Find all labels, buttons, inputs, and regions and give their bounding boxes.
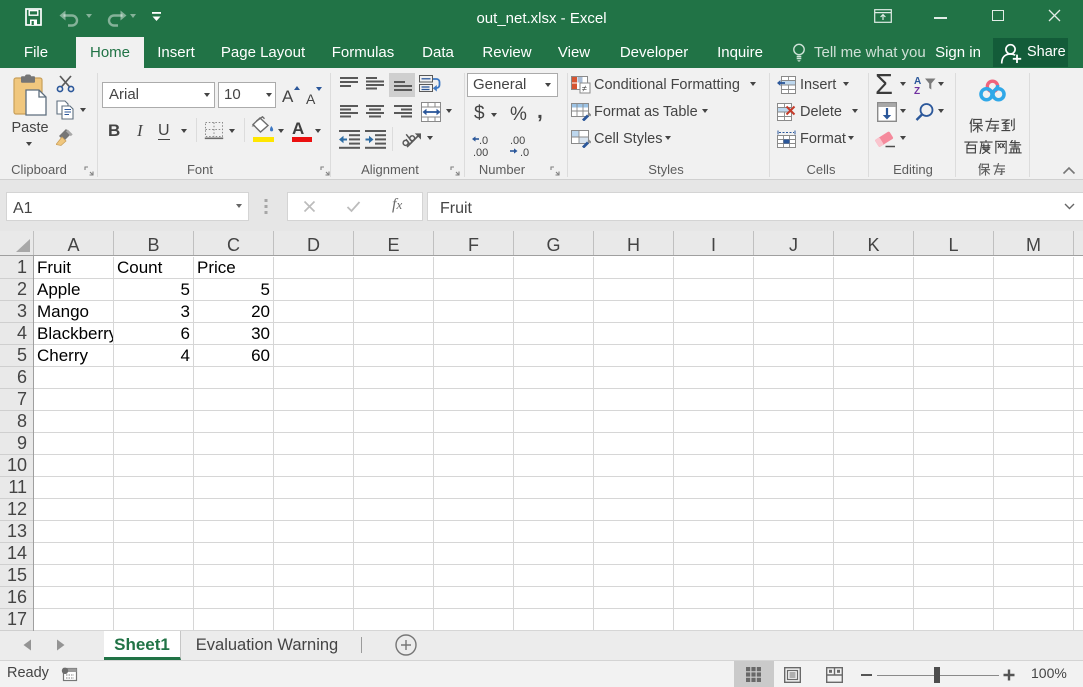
svg-text:≠: ≠ (582, 84, 587, 94)
svg-text:.0: .0 (479, 135, 488, 147)
svg-text:Z: Z (914, 86, 920, 95)
svg-text:.00: .00 (510, 135, 525, 147)
svg-text:.0: .0 (520, 147, 529, 158)
svg-text:.00: .00 (473, 147, 488, 158)
